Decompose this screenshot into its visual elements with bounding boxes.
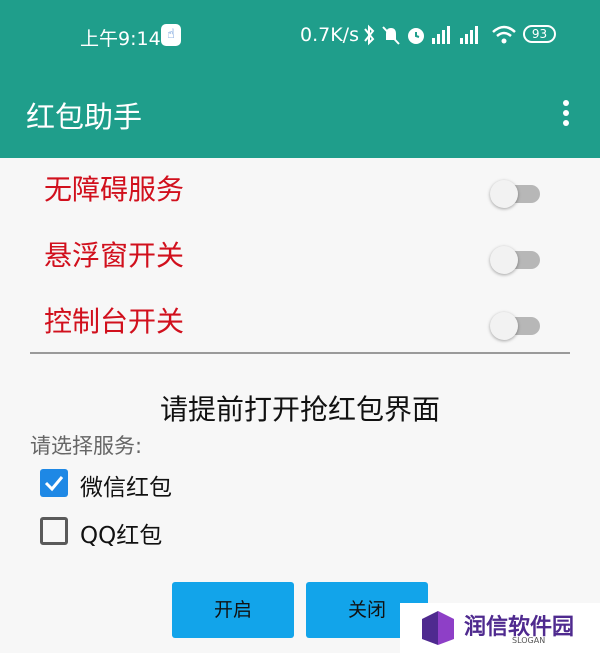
hint-text: 请提前打开抢红包界面 (159, 393, 440, 426)
bluetooth-icon (364, 24, 375, 46)
watermark-logo-icon (422, 611, 454, 645)
battery-indicator: 93 (523, 25, 556, 43)
option-label: 微信红包 (80, 475, 172, 501)
signal-icon (432, 26, 450, 44)
app-bar: 红包助手 (0, 72, 600, 158)
network-speed: 0.7K/s (300, 24, 359, 46)
console-switch[interactable] (490, 312, 540, 340)
toggle-label: 无障碍服务 (44, 173, 185, 206)
accessibility-switch[interactable] (490, 180, 540, 208)
checkbox-unchecked-icon[interactable] (40, 517, 68, 545)
toggle-label: 悬浮窗开关 (44, 239, 185, 272)
divider (30, 352, 570, 354)
status-bar: 上午9:14 ☝ 0.7K/s 93 (0, 0, 600, 72)
alarm-icon (408, 28, 424, 44)
toggle-row-console[interactable]: 控制台开关 (0, 292, 600, 352)
wifi-icon (492, 25, 516, 44)
status-time: 上午9:14 (80, 28, 161, 50)
mute-icon (382, 26, 400, 45)
service-select-label: 请选择服务: (30, 434, 143, 458)
toggle-row-floating-window[interactable]: 悬浮窗开关 (0, 226, 600, 286)
watermark: 润信软件园 SLOGAN (400, 603, 600, 653)
more-options-icon[interactable] (552, 98, 580, 132)
notification-icon: ☝ (161, 24, 181, 46)
app-title: 红包助手 (26, 100, 143, 134)
option-label: QQ红包 (80, 523, 163, 549)
option-qq[interactable]: QQ红包 (40, 516, 300, 550)
checkbox-checked-icon[interactable] (40, 469, 68, 497)
signal-icon-2 (460, 26, 478, 44)
floating-window-switch[interactable] (490, 246, 540, 274)
option-wechat[interactable]: 微信红包 (40, 468, 300, 502)
toggle-label: 控制台开关 (44, 305, 185, 338)
start-button[interactable]: 开启 (172, 582, 294, 638)
watermark-slogan: SLOGAN (512, 636, 546, 645)
toggle-row-accessibility[interactable]: 无障碍服务 (0, 160, 600, 220)
